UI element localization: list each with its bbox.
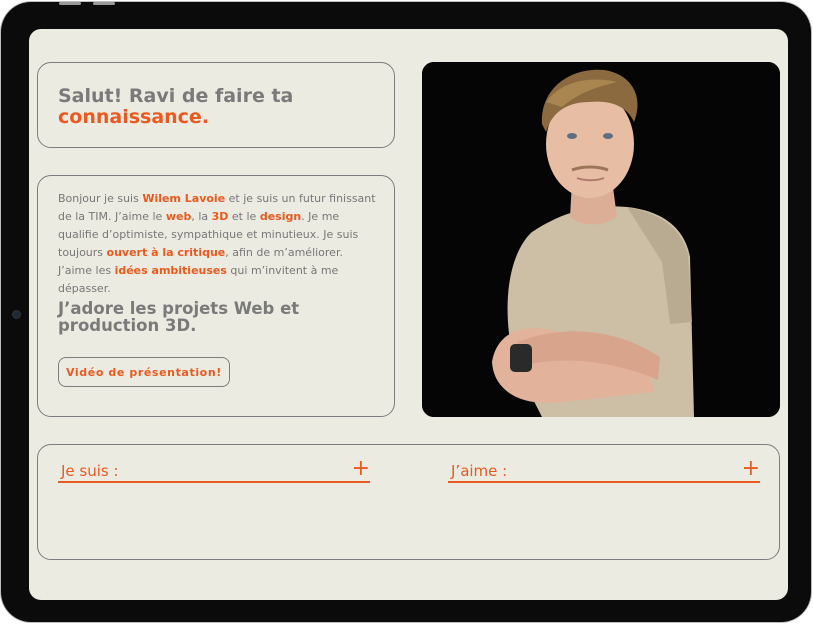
camera	[13, 311, 20, 318]
screen: Salut! Ravi de faire ta connaissance. Bo…	[29, 29, 788, 600]
accordion-label: J’aime :	[451, 462, 508, 480]
plus-icon[interactable]: +	[742, 458, 760, 480]
volume-button	[59, 2, 81, 5]
video-presentation-button[interactable]: Vidéo de présentation!	[58, 357, 230, 387]
3d-highlight: 3D	[211, 210, 229, 223]
portrait-illustration	[422, 62, 780, 417]
web-highlight: web	[165, 210, 192, 223]
critique-highlight: ouvert à la critique	[106, 246, 226, 259]
about-card: Bonjour je suis Wilem Lavoie et je suis …	[37, 175, 395, 417]
accordion-je-suis[interactable]: Je suis : +	[58, 458, 370, 483]
design-highlight: design	[259, 210, 302, 223]
volume-button	[93, 2, 115, 5]
plus-icon[interactable]: +	[352, 458, 370, 480]
about-text: , la	[191, 210, 212, 223]
accordion-label: Je suis :	[61, 462, 119, 480]
name-highlight: Wilem Lavoie	[142, 192, 226, 205]
greeting-title-highlight: connaissance.	[58, 106, 210, 128]
tablet-frame: Salut! Ravi de faire ta connaissance. Bo…	[1, 2, 811, 622]
about-text: Bonjour je suis	[58, 192, 143, 205]
accordion-j-aime[interactable]: J’aime : +	[448, 458, 760, 483]
profile-photo	[422, 62, 780, 417]
projects-heading: J’adore les projets Web et production 3D…	[58, 299, 300, 335]
ideas-highlight: idées ambitieuses	[114, 264, 227, 277]
greeting-card: Salut! Ravi de faire ta connaissance.	[37, 62, 395, 148]
accordion-card: Je suis : + J’aime : +	[37, 444, 780, 560]
about-text: et le	[228, 210, 260, 223]
about-paragraph: Bonjour je suis Wilem Lavoie et je suis …	[58, 190, 376, 298]
greeting-title: Salut! Ravi de faire ta	[58, 85, 294, 107]
